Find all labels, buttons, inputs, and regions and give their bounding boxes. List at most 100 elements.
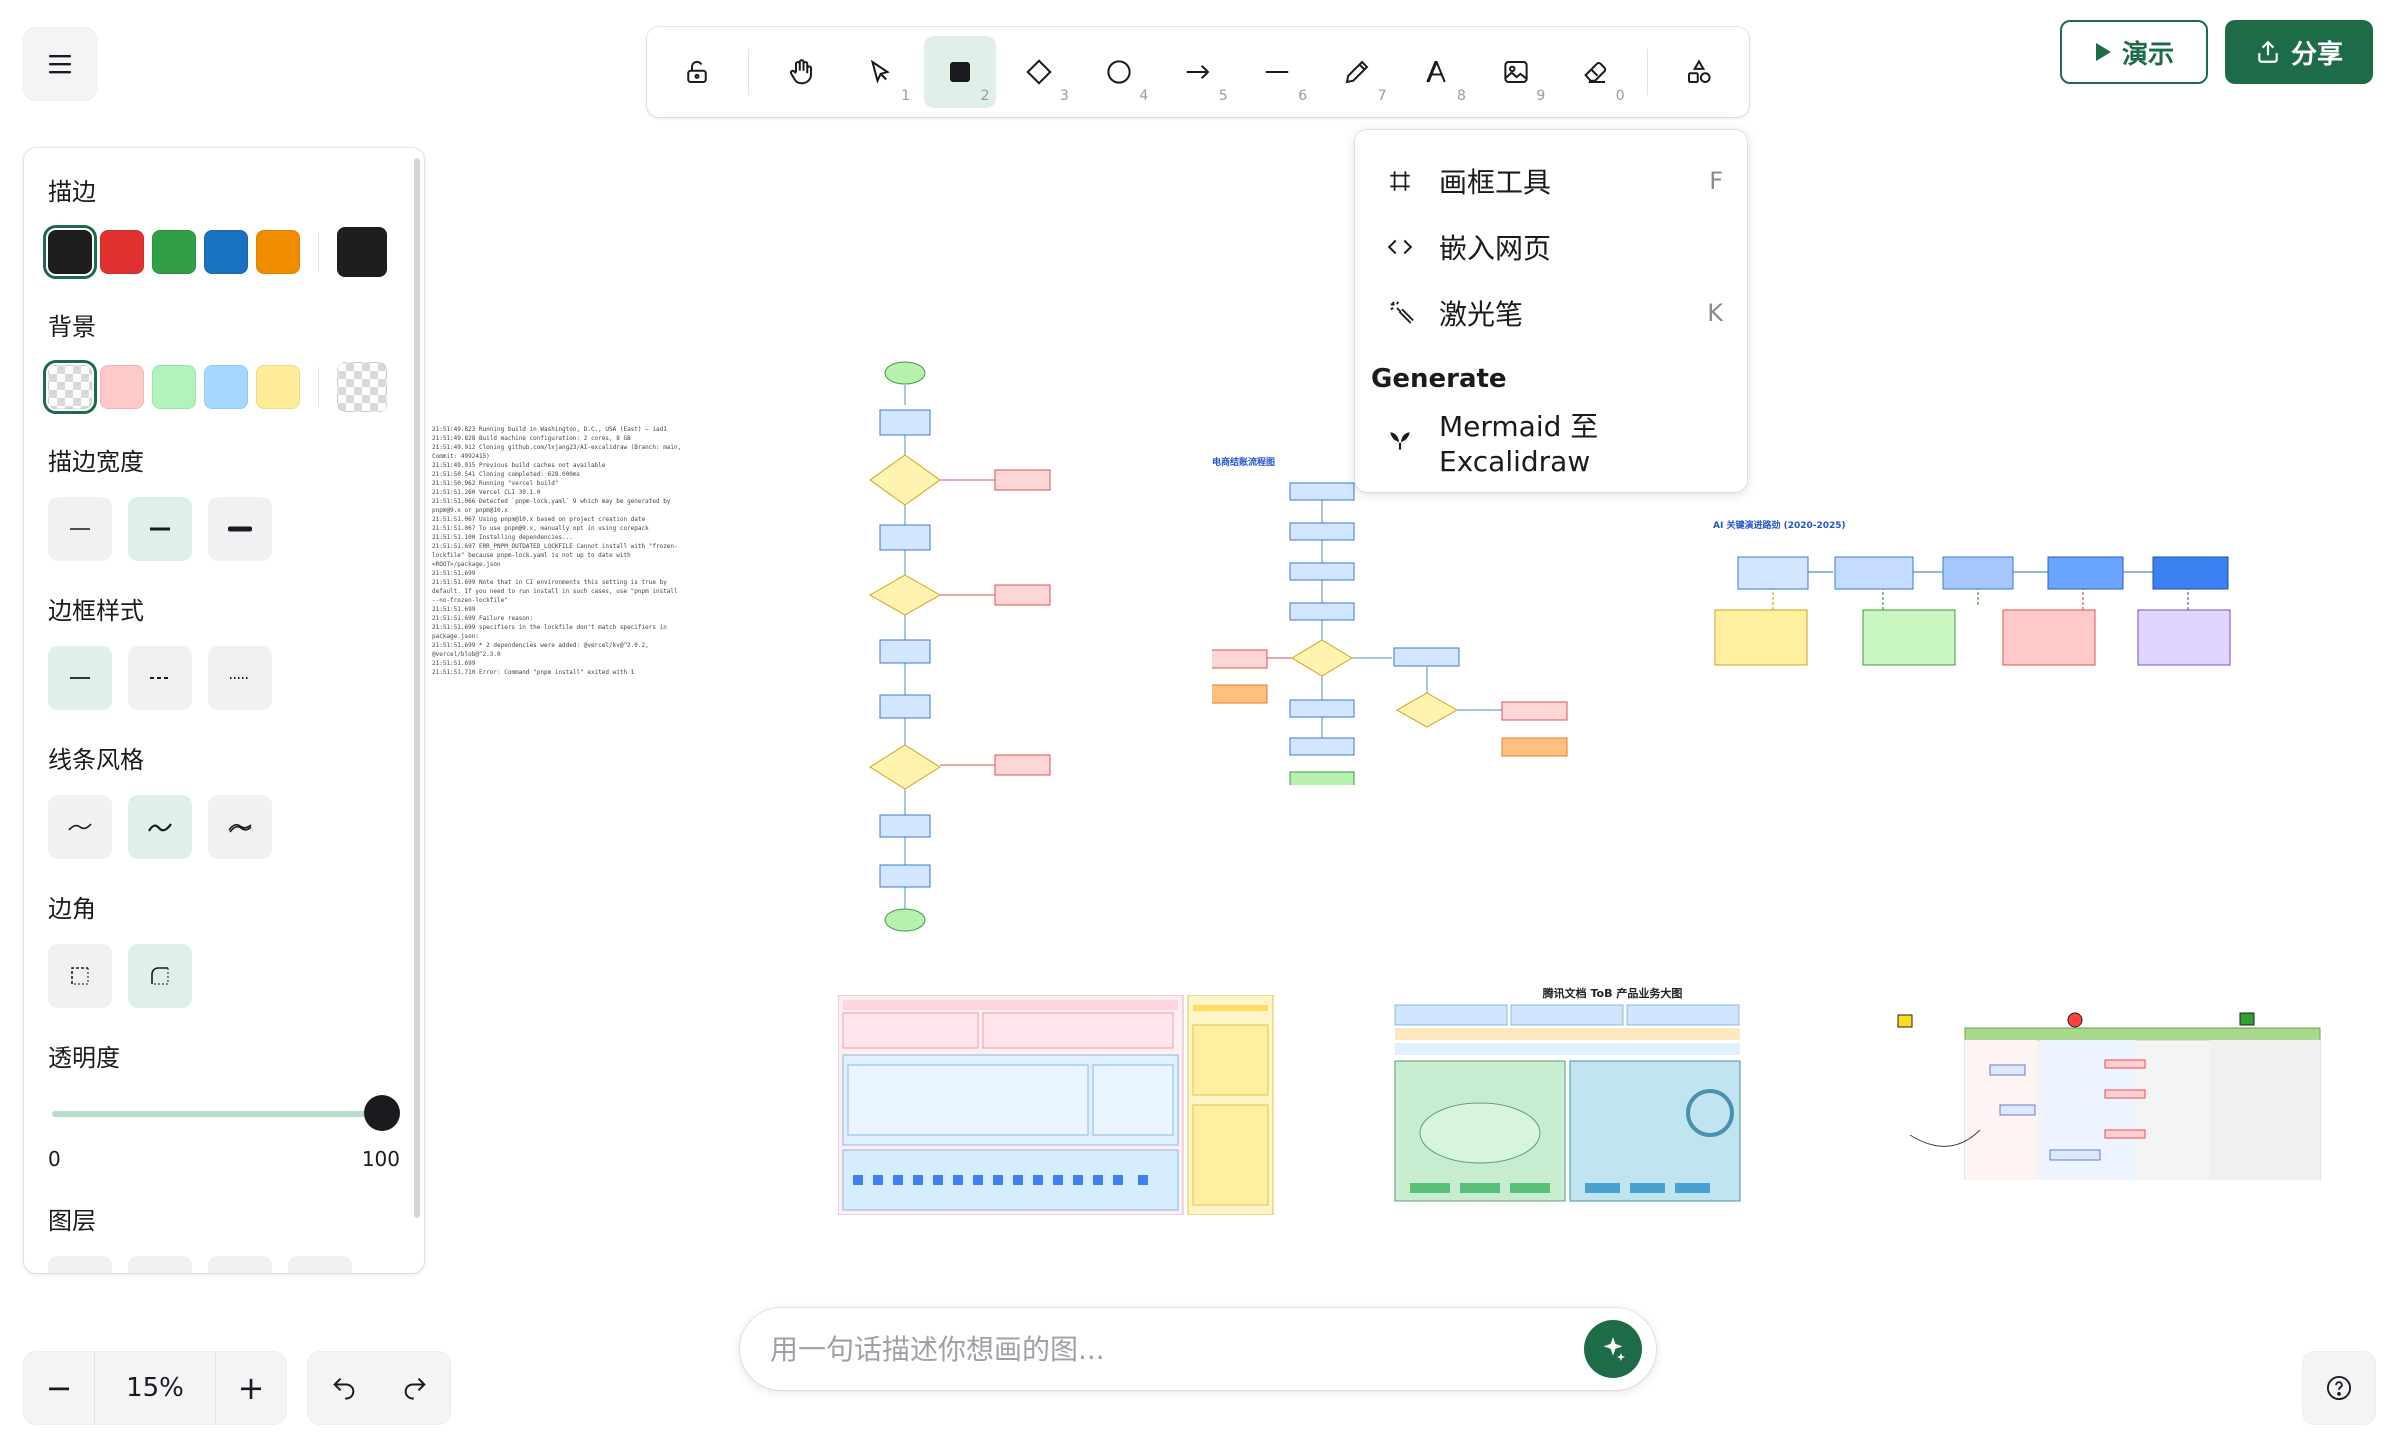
opacity-slider-thumb[interactable]	[364, 1095, 400, 1131]
tool-pencil[interactable]: 7	[1321, 36, 1392, 108]
background-color-row	[43, 360, 400, 414]
stroke-color-blue[interactable]	[204, 230, 248, 274]
tool-eraser[interactable]: 0	[1559, 36, 1630, 108]
canvas-product-map[interactable]: 腾讯文档 ToB 产品业务大图	[1375, 985, 1810, 1205]
build-log-line: 21:51:51.699 * 2 dependencies were added…	[432, 642, 649, 658]
stroke-color-red[interactable]	[100, 230, 144, 274]
background-color-current[interactable]	[337, 362, 387, 412]
stroke-color-current[interactable]	[337, 227, 387, 277]
round-corner-icon	[151, 967, 169, 985]
build-log-line: 21:51:51.699 Note that in CI environment…	[432, 579, 678, 604]
tool-image[interactable]: 9	[1480, 36, 1551, 108]
tool-diamond-shortcut: 3	[1060, 88, 1069, 104]
main-menu-button[interactable]	[24, 28, 96, 100]
wavy-curve-icon	[148, 823, 172, 832]
build-log-line: 21:51:49.915 Previous build caches not a…	[432, 462, 606, 469]
redo-button[interactable]	[379, 1352, 450, 1424]
build-log-text: 21:51:49.823 Running build in Washington…	[432, 425, 682, 677]
edges-round[interactable]	[128, 944, 192, 1008]
send-backward-button[interactable]	[128, 1256, 192, 1273]
stroke-width-options	[48, 497, 400, 561]
thin-line-icon	[70, 528, 90, 530]
tool-diamond[interactable]: 3	[1004, 36, 1075, 108]
stroke-style-dashed[interactable]	[128, 646, 192, 710]
bring-forward-button[interactable]	[208, 1256, 272, 1273]
ai-generate-button[interactable]	[1584, 1320, 1642, 1378]
canvas-architecture-diagram[interactable]	[838, 995, 1276, 1215]
swatch-divider	[318, 232, 319, 272]
ellipse-icon	[1107, 60, 1131, 84]
opacity-max-label: 100	[361, 1147, 400, 1171]
help-button[interactable]	[2303, 1352, 2375, 1424]
more-tools-dropdown: 画框工具 F 嵌入网页 激光笔 K Generate Mermaid 至 Exc…	[1355, 130, 1747, 492]
canvas-swimlane-diagram[interactable]	[1890, 1010, 2325, 1180]
undo-redo-group	[308, 1352, 450, 1424]
tool-more-shapes[interactable]	[1664, 36, 1735, 108]
sloppiness-artist[interactable]	[128, 795, 192, 859]
tool-text-shortcut: 8	[1456, 88, 1466, 104]
background-color-green[interactable]	[152, 365, 196, 409]
sloppiness-cartoonist[interactable]	[208, 795, 272, 859]
zoom-controls: − 15% +	[24, 1352, 286, 1424]
canvas-build-log[interactable]: 21:51:49.823 Running build in Washington…	[432, 425, 682, 690]
canvas-flowchart-1[interactable]	[860, 355, 1060, 945]
background-color-pink[interactable]	[100, 365, 144, 409]
tool-arrow[interactable]: 5	[1162, 36, 1233, 108]
tool-ellipse[interactable]: 4	[1083, 36, 1154, 108]
sloppiness-title: 线条风格	[48, 746, 144, 774]
undo-button[interactable]	[308, 1352, 379, 1424]
build-log-line: 21:51:51.066 Detected `pnpm-lock.yaml` 9…	[432, 498, 671, 514]
sloppiness-architect[interactable]	[48, 795, 112, 859]
canvas-roadmap[interactable]: AI 关键演进路劲 (2020-2025)	[1713, 518, 2233, 703]
panel-scrollbar[interactable]	[414, 158, 420, 1218]
tool-pencil-shortcut: 7	[1377, 88, 1387, 104]
build-log-line: 21:51:51.067 To use pnpm@9.x, manually o…	[432, 525, 649, 532]
stroke-color-green[interactable]	[152, 230, 196, 274]
menu-item-embed-web[interactable]: 嵌入网页	[1371, 214, 1731, 280]
build-log-line: 21:51:51.699 specifiers in the lockfile …	[432, 624, 667, 640]
zoom-level-reset[interactable]: 15%	[94, 1352, 216, 1424]
hamburger-icon	[49, 55, 71, 74]
present-button[interactable]: 演示	[2060, 20, 2208, 84]
tool-text[interactable]: 8	[1401, 36, 1472, 108]
canvas-flowchart-2[interactable]: 电商结账流程图	[1212, 455, 1582, 800]
tool-hand[interactable]	[765, 36, 836, 108]
background-color-transparent[interactable]	[43, 360, 97, 414]
menu-item-mermaid-to-excalidraw[interactable]: Mermaid 至 Excalidraw	[1371, 408, 1731, 478]
zoom-in-button[interactable]: +	[216, 1352, 286, 1424]
bring-to-front-button[interactable]	[288, 1256, 352, 1273]
opacity-slider[interactable]	[48, 1093, 400, 1133]
menu-item-frame-tool[interactable]: 画框工具 F	[1371, 148, 1731, 214]
stroke-color-black[interactable]	[43, 225, 97, 279]
undo-icon	[332, 1377, 354, 1400]
stroke-width-thin[interactable]	[48, 497, 112, 561]
edges-options	[48, 944, 400, 1008]
mermaid-icon	[1390, 432, 1410, 450]
stroke-width-extra-bold[interactable]	[208, 497, 272, 561]
share-button[interactable]: 分享	[2225, 20, 2373, 84]
tool-rectangle-shortcut: 2	[980, 88, 990, 104]
menu-item-laser-pointer[interactable]: 激光笔 K	[1371, 280, 1731, 346]
tool-lock[interactable]	[661, 36, 732, 108]
tool-select[interactable]: 1	[845, 36, 916, 108]
ai-prompt-input[interactable]	[770, 1332, 1584, 1366]
stroke-style-title: 边框样式	[48, 597, 144, 625]
stroke-style-dotted[interactable]	[208, 646, 272, 710]
menu-item-shortcut: K	[1707, 299, 1723, 327]
tool-line[interactable]: 6	[1242, 36, 1313, 108]
layers-options	[48, 1256, 400, 1273]
present-label: 演示	[2121, 39, 2174, 70]
stroke-color-orange[interactable]	[256, 230, 300, 274]
tool-line-shortcut: 6	[1298, 88, 1308, 104]
background-color-blue[interactable]	[204, 365, 248, 409]
build-log-line: 21:51:51.699	[432, 570, 476, 577]
stroke-style-solid[interactable]	[48, 646, 112, 710]
tool-rectangle[interactable]: 2	[924, 36, 996, 108]
send-to-back-button[interactable]	[48, 1256, 112, 1273]
background-color-yellow[interactable]	[256, 365, 300, 409]
zoom-out-button[interactable]: −	[24, 1352, 94, 1424]
build-log-line: 21:51:49.823 Running build in Washington…	[432, 426, 667, 433]
edges-sharp[interactable]	[48, 944, 112, 1008]
menu-item-label: Mermaid 至 Excalidraw	[1439, 409, 1599, 478]
stroke-width-bold[interactable]	[128, 497, 192, 561]
